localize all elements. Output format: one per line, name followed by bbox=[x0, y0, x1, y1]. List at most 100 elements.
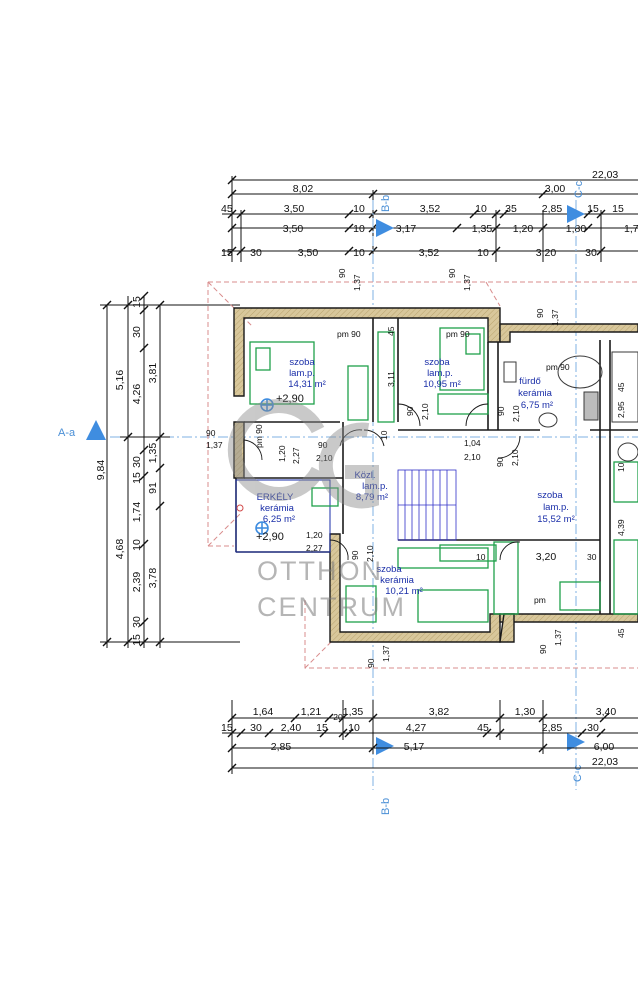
opening-label-45-c: 45 bbox=[616, 628, 626, 638]
top-dim-45: 45 bbox=[221, 203, 233, 215]
left-dim-total: 9,84 bbox=[95, 460, 107, 481]
bottom-dim-1-21: 1,21 bbox=[301, 706, 322, 718]
opening-label-120-a: 1,20 bbox=[277, 445, 287, 462]
section-c-top-label: C-c bbox=[573, 180, 585, 198]
left-dim-30a: 30 bbox=[131, 326, 143, 338]
room-floor: kerámia bbox=[518, 388, 553, 399]
top-dim-3-00: 3,00 bbox=[545, 183, 566, 195]
opening-label-320: 3,20 bbox=[536, 551, 557, 563]
opening-label-90-j: 90 bbox=[538, 644, 548, 654]
level-point-marker bbox=[236, 504, 244, 512]
opening-label-137-c: 1,37 bbox=[550, 309, 560, 326]
floor-plan: 22,03 8,02 3,00 45 3,50 10 3,52 10 35 2,… bbox=[58, 169, 638, 815]
opening-label-90-b: 90 bbox=[447, 268, 457, 278]
opening-label-120-b: 1,20 bbox=[306, 530, 323, 540]
left-dim-4-68: 4,68 bbox=[114, 539, 126, 560]
top-dim-15a: 15 bbox=[587, 203, 599, 215]
left-dim-3-81: 3,81 bbox=[147, 363, 159, 384]
top-dim-10a: 10 bbox=[353, 203, 365, 215]
opening-label-90-g: 90 bbox=[496, 406, 506, 416]
opening-label-210-e: 2,10 bbox=[510, 449, 520, 466]
room-bedroom-3: szoba lam.p. 15,52 m² bbox=[537, 490, 575, 525]
section-b-bottom-label: B-b bbox=[380, 798, 392, 815]
left-dim-15b: 15 bbox=[131, 472, 143, 484]
opening-label-90-a: 90 bbox=[337, 268, 347, 278]
room-floor: kerámia bbox=[260, 503, 295, 514]
staircase bbox=[397, 469, 457, 541]
bottom-dim-45: 45 bbox=[477, 722, 489, 734]
watermark-line-2: CENTRUM bbox=[257, 592, 406, 622]
top-dim-1-35: 1,35 bbox=[472, 223, 493, 235]
opening-label-311: 3,11 bbox=[386, 371, 396, 387]
left-dim-30b: 30 bbox=[131, 456, 143, 468]
bottom-dim-10: 10 bbox=[348, 722, 360, 734]
room-area: 10,95 m² bbox=[423, 379, 461, 390]
bottom-dim-30b: 30 bbox=[587, 722, 599, 734]
bottom-dim-2-85: 2,85 bbox=[542, 722, 563, 734]
bottom-dim-5-17: 5,17 bbox=[404, 741, 425, 753]
left-dim-10: 10 bbox=[131, 539, 143, 551]
room-floor: kerámia bbox=[380, 575, 415, 586]
room-name: szoba bbox=[537, 490, 563, 501]
section-c-bottom-label: C-c bbox=[572, 764, 584, 782]
left-dim-2-39: 2,39 bbox=[131, 572, 143, 593]
opening-label-90-c: 90 bbox=[535, 308, 545, 318]
opening-label-90-d: 90 bbox=[206, 428, 216, 438]
level-label-2: +2,90 bbox=[256, 531, 284, 543]
left-dimension-lines bbox=[100, 296, 240, 648]
left-dim-30c: 30 bbox=[131, 616, 143, 628]
bottom-dim-1-64: 1,64 bbox=[253, 706, 274, 718]
opening-label-104: 1,04 bbox=[464, 438, 481, 448]
opening-label-pm90-d: pm 90 bbox=[254, 424, 264, 448]
bottom-dim-3-82: 3,82 bbox=[429, 706, 450, 718]
room-bathroom: fürdő kerámia 6,75 m² bbox=[518, 376, 553, 411]
room-area: 14,31 m² bbox=[288, 379, 326, 390]
opening-label-10-c: 10 bbox=[616, 462, 626, 472]
opening-label-137-e: 1,37 bbox=[553, 629, 563, 646]
opening-label-45-b: 45 bbox=[616, 382, 626, 392]
opening-label-pm90-c: pm 90 bbox=[546, 362, 570, 372]
top-dim-10b: 10 bbox=[475, 203, 487, 215]
top-dim-15c: 15 bbox=[221, 247, 233, 259]
opening-label-30: 30 bbox=[587, 552, 597, 562]
bottom-dim-2-85b: 2,85 bbox=[271, 741, 292, 753]
left-dim-1-74: 1,74 bbox=[131, 502, 143, 523]
top-dim-1-7: 1,7 bbox=[624, 223, 638, 235]
opening-label-90-h: 90 bbox=[495, 457, 505, 467]
top-dim-3-20: 3,20 bbox=[536, 247, 557, 259]
top-dim-15b: 15 bbox=[612, 203, 624, 215]
top-dim-total: 22,03 bbox=[592, 169, 618, 181]
top-dim-3-52: 3,52 bbox=[420, 203, 441, 215]
room-area: 15,52 m² bbox=[537, 514, 575, 525]
room-name: szoba bbox=[424, 357, 450, 368]
left-dim-1-35: 1,35 bbox=[147, 443, 159, 464]
top-dim-3-50c: 3,50 bbox=[298, 247, 319, 259]
left-dim-91: 91 bbox=[147, 482, 159, 494]
left-dim-15a: 15 bbox=[131, 296, 143, 308]
opening-label-227-b: 2,27 bbox=[306, 543, 323, 553]
room-floor: lam.p. bbox=[427, 368, 453, 379]
top-dim-2-85: 2,85 bbox=[542, 203, 563, 215]
bottom-dim-2-40: 2,40 bbox=[281, 722, 302, 734]
top-dim-1-20: 1,20 bbox=[513, 223, 534, 235]
left-dim-15c: 15 bbox=[131, 634, 143, 646]
bottom-dim-15a: 15 bbox=[221, 722, 233, 734]
bottom-dim-30a: 30 bbox=[250, 722, 262, 734]
opening-label-pm90-b: pm 90 bbox=[446, 329, 470, 339]
opening-label-10-a: 10 bbox=[379, 430, 389, 440]
top-dim-30a: 30 bbox=[250, 247, 262, 259]
bottom-dim-20: 20 bbox=[333, 712, 343, 722]
opening-label-137-a: 1,37 bbox=[352, 274, 362, 291]
room-name: fürdő bbox=[519, 376, 541, 387]
top-dim-10e: 10 bbox=[477, 247, 489, 259]
opening-label-210-d: 2,10 bbox=[464, 452, 481, 462]
left-dim-4-26: 4,26 bbox=[131, 384, 143, 405]
room-floor: lam.p. bbox=[543, 502, 569, 513]
top-dim-35: 35 bbox=[505, 203, 517, 215]
section-a-label: A-a bbox=[58, 427, 76, 439]
opening-label-10-b: 10 bbox=[476, 552, 486, 562]
top-dim-3-50b: 3,50 bbox=[283, 223, 304, 235]
opening-label-210-b: 2,10 bbox=[420, 403, 430, 420]
opening-label-227-a: 2,27 bbox=[291, 447, 301, 464]
top-dim-3-52b: 3,52 bbox=[419, 247, 440, 259]
